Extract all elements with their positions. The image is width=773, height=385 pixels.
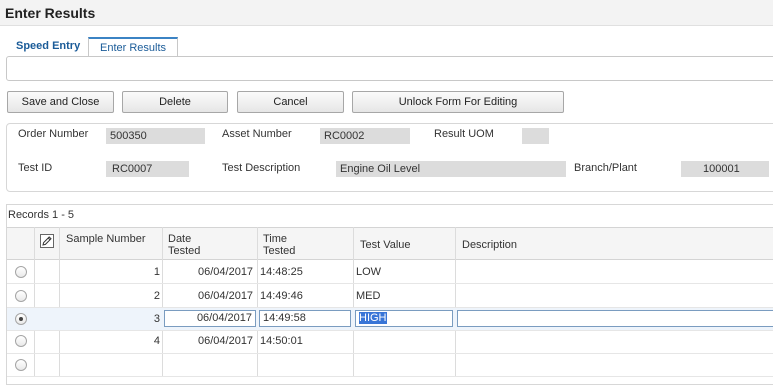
table-row[interactable]	[7, 331, 773, 354]
result-uom-field	[522, 128, 549, 144]
row-select-radio[interactable]	[15, 266, 27, 278]
test-id-label: Test ID	[18, 162, 53, 174]
save-and-close-label: Save and Close	[21, 96, 100, 108]
row-select-radio[interactable]	[15, 290, 27, 302]
column-header-sample-number[interactable]: Sample Number	[66, 233, 146, 245]
column-header-date-tested[interactable]: Date Tested	[168, 233, 224, 257]
date-tested-cell: 06/04/2017	[198, 266, 254, 278]
pencil-edit-icon[interactable]	[40, 234, 54, 248]
cancel-label: Cancel	[273, 96, 308, 108]
row-select-radio[interactable]	[15, 359, 27, 371]
time-tested-cell: 14:49:46	[260, 290, 303, 302]
table-row[interactable]	[7, 354, 773, 377]
unlock-form-button[interactable]: Unlock Form For Editing	[352, 91, 564, 113]
row-select-radio[interactable]	[15, 335, 27, 347]
radio-dot	[19, 317, 23, 321]
date-tested-cell: 06/04/2017	[198, 335, 254, 347]
column-header-time-tested[interactable]: Time Tested	[263, 233, 319, 257]
sample-number-cell: 2	[153, 290, 160, 302]
description-input[interactable]	[457, 310, 773, 327]
asset-number-label: Asset Number	[222, 128, 292, 140]
date-tested-cell: 06/04/2017	[198, 290, 254, 302]
test-value-cell: LOW	[356, 266, 382, 278]
asset-number-field: RC0002	[320, 128, 410, 144]
result-uom-label: Result UOM	[434, 128, 494, 140]
table-row[interactable]	[7, 285, 773, 308]
column-header-test-value[interactable]: Test Value	[360, 239, 411, 251]
tab-panel	[6, 56, 773, 81]
time-tested-cell: 14:48:25	[260, 266, 303, 278]
delete-button[interactable]: Delete	[122, 91, 228, 113]
test-description-label: Test Description	[222, 162, 301, 174]
branch-plant-label: Branch/Plant	[574, 162, 637, 174]
test-value-input[interactable]: HIGH	[355, 310, 453, 327]
date-tested-input[interactable]: 06/04/2017	[164, 310, 256, 327]
save-and-close-button[interactable]: Save and Close	[7, 91, 114, 113]
page-title: Enter Results	[5, 5, 96, 21]
title-bar: Enter Results	[0, 0, 773, 26]
delete-label: Delete	[159, 96, 191, 108]
test-value-selected-text: HIGH	[359, 312, 387, 324]
column-header-description[interactable]: Description	[462, 239, 517, 251]
tab-speed-entry[interactable]: Speed Entry	[16, 37, 94, 57]
branch-plant-field: 100001	[681, 161, 769, 177]
order-number-label: Order Number	[18, 128, 89, 140]
test-description-field: Engine Oil Level	[336, 161, 566, 177]
sample-number-cell: 1	[153, 266, 160, 278]
order-number-field: 500350	[106, 128, 205, 144]
test-value-cell: MED	[356, 290, 381, 302]
tab-enter-results[interactable]: Enter Results	[88, 37, 178, 57]
unlock-form-label: Unlock Form For Editing	[398, 96, 518, 108]
time-tested-input[interactable]: 14:49:58	[259, 310, 351, 327]
sample-number-cell: 3	[153, 313, 160, 325]
time-tested-cell: 14:50:01	[260, 335, 303, 347]
sample-number-cell: 4	[153, 335, 160, 347]
row-select-radio-checked[interactable]	[15, 313, 27, 325]
records-count: Records 1 - 5	[8, 209, 75, 221]
test-id-field: RC0007	[106, 161, 189, 177]
cancel-button[interactable]: Cancel	[237, 91, 344, 113]
table-row[interactable]	[7, 261, 773, 284]
